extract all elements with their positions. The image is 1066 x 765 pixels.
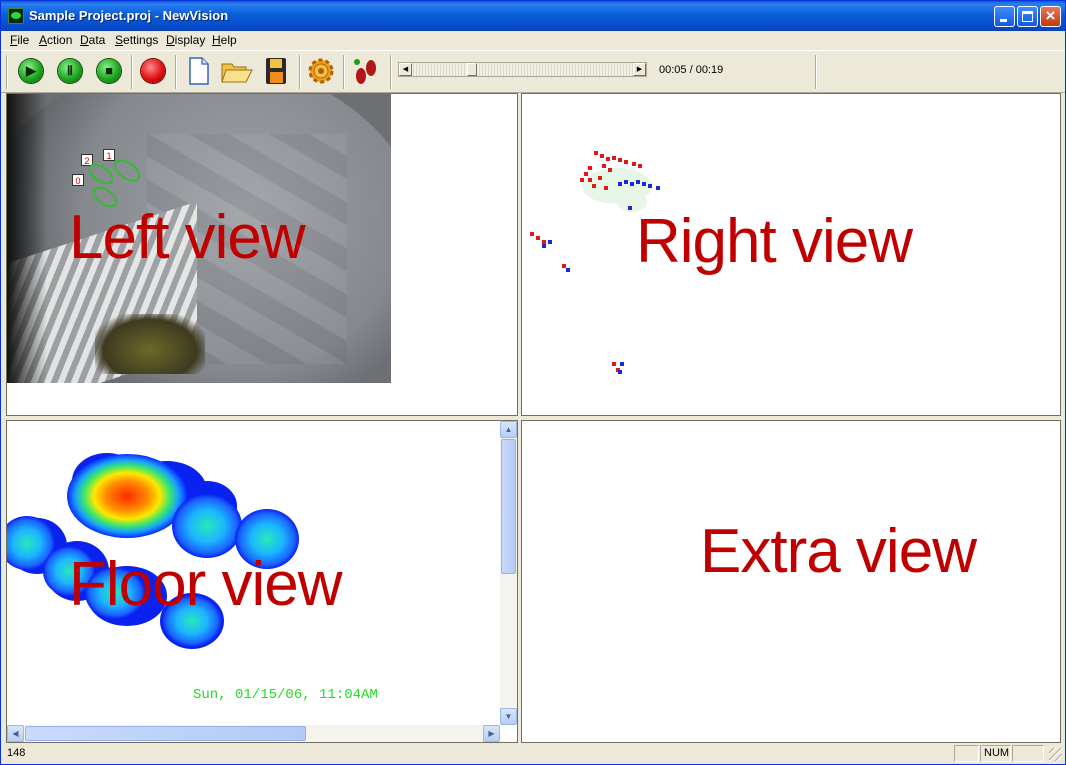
playback-time: 00:05 / 00:19 [659,64,724,76]
scroll-right-button[interactable]: ▶ [483,725,500,742]
vertical-scrollbar[interactable]: ▲ ▼ [500,421,517,725]
close-button[interactable]: × [1040,6,1061,27]
extra-view-pane[interactable]: Extra view [521,420,1061,743]
status-cell [1012,745,1044,762]
vertical-scroll-thumb[interactable] [501,439,516,574]
slider-thumb[interactable] [467,63,478,76]
status-text: 148 [7,747,26,759]
horizontal-scrollbar[interactable]: ◀ ▶ [7,725,500,742]
view-label: Extra view [700,517,977,586]
slider-left-arrow[interactable]: ◀ [399,63,412,76]
status-cell [954,745,979,762]
close-icon: × [1045,6,1056,25]
settings-gear-icon [308,58,334,84]
track-id-label: 0 [72,174,84,186]
playback-slider[interactable]: ◀ ▶ [398,62,647,77]
menu-data[interactable]: Data [80,33,105,47]
toolbar-separator [343,55,345,89]
footprints-button[interactable] [351,56,381,86]
title-bar[interactable]: Sample Project.proj - NewVision × [1,1,1065,31]
stop-button[interactable]: ■ [94,56,124,86]
track-id-label: 1 [103,149,115,161]
view-label: Left view [69,203,306,272]
new-file-icon [189,57,209,85]
view-label: Right view [636,207,913,276]
save-icon [266,58,286,84]
toolbar-separator [390,55,392,89]
record-button[interactable] [138,56,168,86]
toolbar-separator [131,55,133,89]
maximize-button[interactable] [1017,6,1038,27]
open-button[interactable] [220,56,253,86]
menu-help[interactable]: Help [212,33,237,47]
minimize-button[interactable] [994,6,1015,27]
play-button[interactable]: ▶ [16,56,46,86]
new-file-button[interactable] [183,56,213,86]
floor-timestamp: Sun, 01/15/06, 11:04AM [193,687,378,703]
save-button[interactable] [262,56,292,86]
scroll-left-button[interactable]: ◀ [7,725,24,742]
horizontal-scroll-thumb[interactable] [25,726,306,741]
menu-settings[interactable]: Settings [115,33,158,47]
resize-grip[interactable] [1049,748,1062,761]
minimize-icon [1000,19,1007,22]
app-icon [8,8,24,24]
menu-file[interactable]: File [10,33,29,47]
open-folder-icon [221,63,253,83]
toolbar-separator [299,55,301,89]
toolbar-separator [815,55,817,89]
toolbar-grip [6,55,8,89]
scroll-up-button[interactable]: ▲ [500,421,517,438]
record-icon [141,59,165,83]
menu-bar: File Action Data Settings Display Help [1,31,1065,50]
pause-button[interactable]: Ⅱ [55,56,85,86]
floor-view-pane[interactable]: Floor view Sun, 01/15/06, 11:04AM ▲ ▼ ◀ … [6,420,518,743]
window-title: Sample Project.proj - NewVision [29,8,229,23]
toolbar-separator [175,55,177,89]
status-bar: 148 NUM [1,744,1065,764]
num-lock-indicator: NUM [980,745,1011,762]
slider-right-arrow[interactable]: ▶ [633,63,646,76]
app-window: Sample Project.proj - NewVision × File A… [0,0,1066,765]
right-view-pane[interactable]: Right view [521,93,1061,416]
view-label: Floor view [69,550,343,619]
footprints-icon [354,59,376,84]
scroll-down-button[interactable]: ▼ [500,708,517,725]
menu-display[interactable]: Display [166,33,205,47]
maximize-icon [1022,11,1033,22]
left-view-pane[interactable]: 2 1 0 Left view [6,93,518,416]
menu-action[interactable]: Action [39,33,72,47]
settings-button[interactable] [306,56,336,86]
toolbar: ▶ Ⅱ ■ ◀ ▶ 00:05 / 00:19 [1,50,1065,93]
